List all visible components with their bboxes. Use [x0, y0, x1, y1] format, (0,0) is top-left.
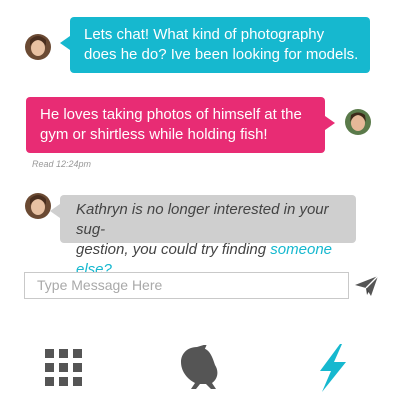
message-input[interactable]: Type Message Here	[24, 272, 349, 299]
message-line: Lets chat! What kind of photography	[84, 26, 325, 43]
message-line: He loves taking photos of himself at the	[40, 106, 302, 123]
message-line: gym or shirtless while holding fish!	[40, 126, 268, 143]
avatar-user	[345, 109, 371, 135]
bubble-tail	[50, 204, 60, 218]
message-bubble-outgoing: He loves taking photos of himself at the…	[26, 97, 325, 153]
message-text: gestion, you could try finding	[76, 241, 271, 258]
send-button[interactable]	[353, 274, 381, 298]
avatar-female	[25, 34, 51, 60]
bubble-tail	[325, 116, 335, 130]
read-receipt: Read 12:24pm	[32, 159, 92, 169]
message-bubble-incoming: Lets chat! What kind of photography does…	[70, 17, 370, 73]
lightning-icon[interactable]	[316, 344, 348, 397]
message-line: Kathryn is no longer interested in your …	[76, 201, 329, 238]
message-bubble-notice: Kathryn is no longer interested in your …	[60, 195, 356, 278]
message-line: does he do? Ive been looking for models.	[84, 46, 359, 63]
bubble-tail	[60, 36, 70, 50]
bird-icon[interactable]	[177, 344, 221, 398]
grid-icon[interactable]	[45, 349, 85, 394]
send-icon	[355, 275, 379, 296]
avatar-female	[25, 193, 51, 219]
